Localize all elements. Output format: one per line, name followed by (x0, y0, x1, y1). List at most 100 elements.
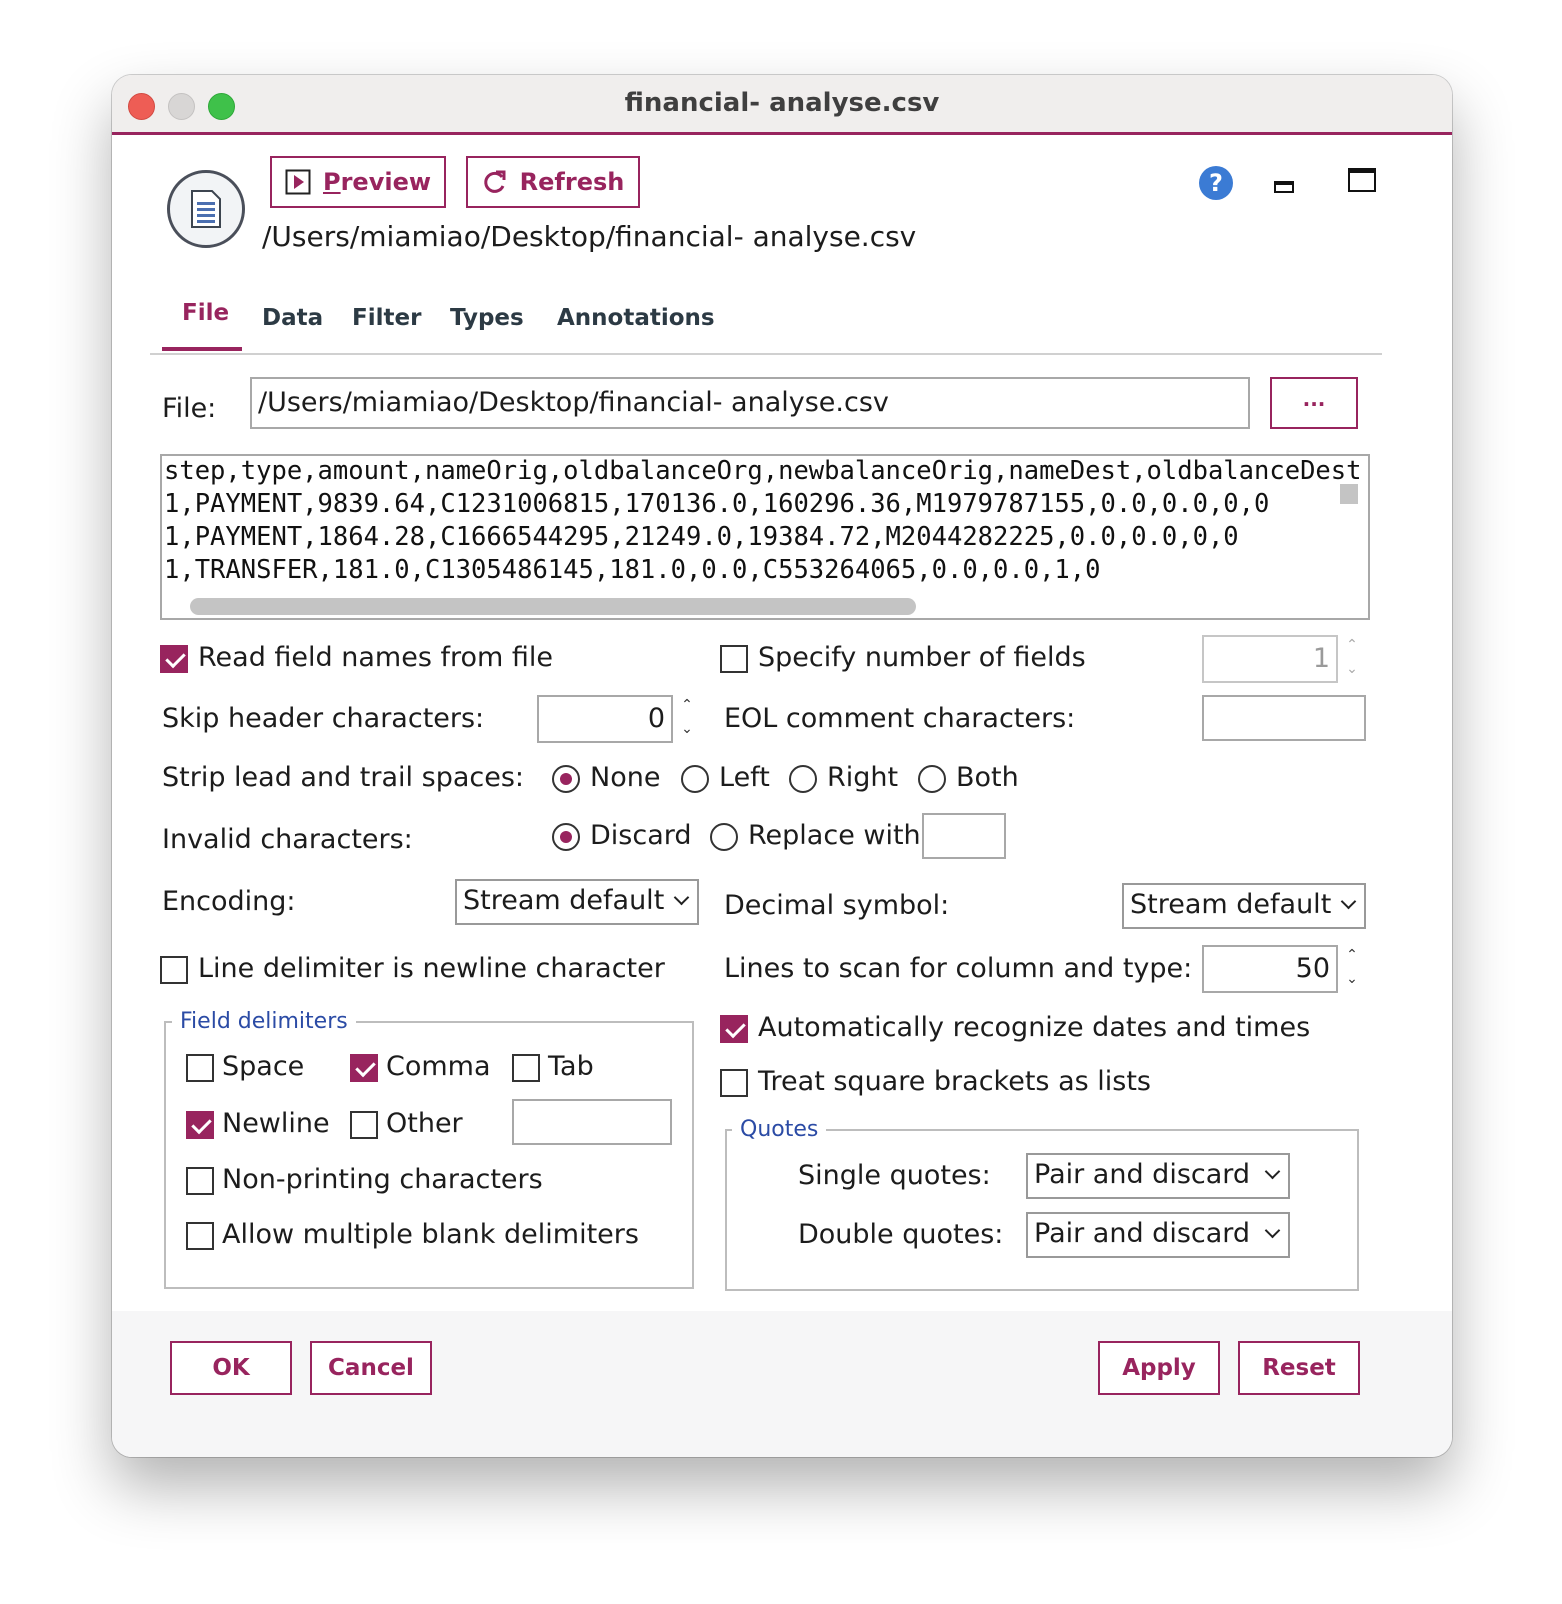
other-delimiter-input[interactable] (512, 1099, 672, 1145)
reset-button[interactable]: Reset (1238, 1341, 1360, 1395)
preview-button[interactable]: Preview (270, 156, 446, 208)
strip-right-radio[interactable] (789, 765, 817, 793)
single-quotes-value: Pair and discard (1034, 1159, 1251, 1190)
tab-filter[interactable]: Filter (352, 305, 421, 331)
field-delimiters-title: Field delimiters (172, 1009, 356, 1034)
tab-label: Tab (548, 1051, 594, 1082)
window-title: financial- analyse.csv (624, 88, 940, 118)
horizontal-scrollbar[interactable] (190, 598, 916, 615)
strip-left-radio[interactable] (681, 765, 709, 793)
file-preview[interactable]: step,type,amount,nameOrig,oldbalanceOrg,… (160, 454, 1370, 620)
skip-header-label: Skip header characters: (162, 703, 485, 734)
square-brackets-checkbox[interactable] (720, 1069, 748, 1097)
replace-with-radio[interactable] (710, 823, 738, 851)
other-checkbox[interactable] (350, 1111, 378, 1139)
strip-left-label: Left (719, 762, 770, 793)
replace-with-input[interactable] (922, 813, 1006, 859)
invalid-chars-label: Invalid characters: (162, 824, 413, 855)
preview-line: 1,PAYMENT,9839.64,C1231006815,170136.0,1… (164, 489, 1270, 519)
dialog-window: financial- analyse.csv Preview Refresh ?… (112, 75, 1452, 1457)
eol-comment-label: EOL comment characters: (724, 703, 1076, 734)
space-label: Space (222, 1051, 305, 1082)
line-delimiter-label: Line delimiter is newline character (198, 953, 665, 984)
file-path-label: /Users/miamiao/Desktop/financial- analys… (262, 220, 917, 253)
lines-to-scan-label: Lines to scan for column and type: (724, 953, 1193, 984)
auto-dates-label: Automatically recognize dates and times (758, 1012, 1311, 1043)
stepper-up-icon[interactable]: ⌃ (1340, 945, 1364, 969)
discard-radio[interactable] (552, 823, 580, 851)
non-printing-label: Non-printing characters (222, 1164, 543, 1195)
refresh-button[interactable]: Refresh (466, 156, 640, 208)
tab-file[interactable]: File (182, 300, 229, 326)
chevron-down-icon (673, 889, 690, 906)
strip-both-label: Both (956, 762, 1019, 793)
eol-comment-input[interactable] (1202, 695, 1366, 741)
file-path-input[interactable]: /Users/miamiao/Desktop/financial- analys… (250, 377, 1250, 429)
line-delimiter-checkbox[interactable] (160, 956, 188, 984)
apply-label: Apply (1122, 1355, 1196, 1381)
strip-spaces-label: Strip lead and trail spaces: (162, 762, 524, 793)
stepper-down-icon[interactable]: ⌄ (1340, 969, 1364, 993)
help-icon[interactable]: ? (1199, 166, 1233, 200)
newline-checkbox[interactable] (186, 1111, 214, 1139)
encoding-value: Stream default (463, 885, 665, 916)
decimal-symbol-label: Decimal symbol: (724, 890, 950, 921)
tab-annotations[interactable]: Annotations (557, 305, 715, 331)
stepper-down-icon: ⌄ (1346, 661, 1358, 677)
chevron-down-icon (1264, 1222, 1281, 1239)
refresh-label: Refresh (519, 168, 625, 196)
minimize-panel-icon[interactable] (1274, 181, 1294, 193)
skip-header-input[interactable]: 0 (537, 695, 673, 743)
strip-both-radio[interactable] (918, 765, 946, 793)
num-fields-input: 1 (1202, 635, 1338, 683)
comma-label: Comma (386, 1051, 491, 1082)
encoding-label: Encoding: (162, 886, 296, 917)
chevron-down-icon (1340, 893, 1357, 910)
specify-fields-checkbox[interactable] (720, 645, 748, 673)
lines-to-scan-stepper[interactable]: ⌃ ⌄ (1340, 945, 1364, 993)
replace-with-label: Replace with (748, 820, 921, 851)
single-quotes-select[interactable]: Pair and discard (1026, 1153, 1290, 1199)
maximize-panel-icon[interactable] (1348, 168, 1376, 192)
vertical-scrollbar[interactable] (1340, 484, 1358, 504)
quotes-title: Quotes (732, 1117, 827, 1142)
ok-button[interactable]: OK (170, 1341, 292, 1395)
multiple-blank-checkbox[interactable] (186, 1222, 214, 1250)
strip-none-label: None (590, 762, 661, 793)
newline-label: Newline (222, 1108, 330, 1139)
comma-checkbox[interactable] (350, 1054, 378, 1082)
apply-button[interactable]: Apply (1098, 1341, 1220, 1395)
play-icon (285, 169, 311, 195)
read-field-names-checkbox[interactable] (160, 645, 188, 673)
tab-checkbox[interactable] (512, 1054, 540, 1082)
tab-data[interactable]: Data (262, 305, 323, 331)
stepper-down-icon[interactable]: ⌄ (675, 719, 699, 743)
strip-none-radio[interactable] (552, 765, 580, 793)
multiple-blank-label: Allow multiple blank delimiters (222, 1219, 639, 1250)
decimal-symbol-select[interactable]: Stream default (1122, 883, 1366, 929)
non-printing-checkbox[interactable] (186, 1167, 214, 1195)
preview-label: Preview (322, 168, 432, 196)
document-icon (167, 170, 245, 248)
decimal-symbol-value: Stream default (1130, 889, 1332, 920)
title-bar: financial- analyse.csv (112, 75, 1452, 135)
preview-line: step,type,amount,nameOrig,oldbalanceOrg,… (164, 456, 1362, 486)
read-field-names-label: Read field names from file (198, 642, 554, 673)
preview-line: 1,PAYMENT,1864.28,C1666544295,21249.0,19… (164, 522, 1239, 552)
double-quotes-select[interactable]: Pair and discard (1026, 1212, 1290, 1258)
tab-types[interactable]: Types (450, 305, 524, 331)
lines-to-scan-input[interactable]: 50 (1202, 945, 1338, 993)
auto-dates-checkbox[interactable] (720, 1015, 748, 1043)
discard-label: Discard (590, 820, 692, 851)
specify-fields-label: Specify number of fields (758, 642, 1086, 673)
encoding-select[interactable]: Stream default (455, 879, 699, 925)
file-label: File: (162, 393, 217, 424)
skip-header-stepper[interactable]: ⌃ ⌄ (675, 695, 699, 743)
stepper-up-icon[interactable]: ⌃ (675, 695, 699, 719)
space-checkbox[interactable] (186, 1054, 214, 1082)
chevron-down-icon (1264, 1163, 1281, 1180)
cancel-button[interactable]: Cancel (310, 1341, 432, 1395)
single-quotes-label: Single quotes: (798, 1160, 991, 1191)
strip-right-label: Right (827, 762, 899, 793)
browse-button[interactable]: ... (1270, 377, 1358, 429)
